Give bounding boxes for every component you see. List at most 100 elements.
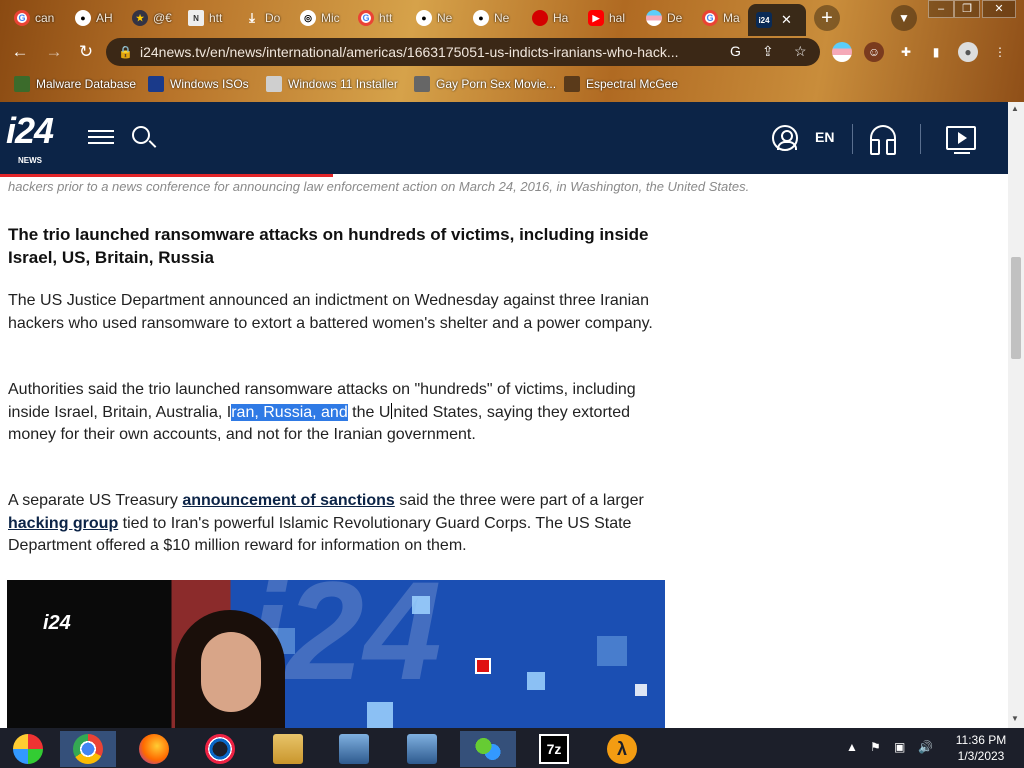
site-logo[interactable]: i24 NEWS xyxy=(6,113,54,166)
language-selector[interactable]: EN xyxy=(815,129,834,145)
tab-13[interactable]: G Ma xyxy=(694,4,748,32)
headphones-icon[interactable] xyxy=(870,125,896,155)
tab-6[interactable]: ◎ Mic xyxy=(292,4,346,32)
tab-3[interactable]: ★ @€ xyxy=(124,4,178,32)
bookmark-item[interactable]: Gay Porn Sex Movie... xyxy=(414,76,556,92)
star-icon[interactable]: ☆ xyxy=(794,43,807,60)
tab-label: @€ xyxy=(153,11,172,25)
lock-icon: 🔒 xyxy=(118,45,133,59)
google-icon: G xyxy=(14,10,30,26)
7zip-icon[interactable]: 7z xyxy=(526,731,582,767)
google-icon: G xyxy=(358,10,374,26)
video-player[interactable]: i24 i24 xyxy=(7,580,665,728)
share-icon[interactable]: ⇪ xyxy=(762,43,774,60)
volume-icon[interactable]: 🔊 xyxy=(918,740,933,754)
close-window-button[interactable]: ✕ xyxy=(982,0,1016,18)
url-text: i24news.tv/en/news/international/america… xyxy=(140,44,679,60)
tab-strip: Gcan ● AH ★ @€ Nhtt ⤓ Do ◎ Mic Ghtt ● Ne ● Ne … xyxy=(0,0,1024,36)
header-divider xyxy=(852,124,853,154)
github-icon: ● xyxy=(416,10,432,26)
scroll-up-arrow-icon[interactable]: ▲ xyxy=(1011,104,1019,113)
back-arrow-icon[interactable]: ← xyxy=(8,40,32,64)
chrome-icon[interactable] xyxy=(60,731,116,767)
decor-square xyxy=(597,636,627,666)
scroll-down-arrow-icon[interactable]: ▼ xyxy=(1011,714,1019,723)
system-clock[interactable]: 11:36 PM 1/3/2023 xyxy=(946,732,1016,764)
user-account-icon[interactable] xyxy=(772,125,798,151)
network-setup-icon-2[interactable] xyxy=(394,731,450,767)
google-lens-icon[interactable]: G xyxy=(730,43,741,59)
live-tv-icon[interactable] xyxy=(946,126,976,154)
clock-time: 11:36 PM xyxy=(955,733,1007,747)
new-tab-button[interactable]: + xyxy=(814,5,840,31)
chevron-down-icon[interactable]: ▼ xyxy=(891,5,917,31)
tab-10[interactable]: Ha xyxy=(524,4,578,32)
tab-8[interactable]: ● Ne xyxy=(408,4,462,32)
bookmarks-bar: Malware Database Windows ISOs Windows 11… xyxy=(0,70,1024,100)
menu-dots-icon[interactable]: ⋮ xyxy=(990,42,1010,62)
tab-4[interactable]: Nhtt xyxy=(180,4,234,32)
bookmark-label: Windows 11 Installer xyxy=(288,77,398,91)
decor-square xyxy=(367,702,393,728)
decor-square xyxy=(635,684,647,696)
flag-icon[interactable]: ⚑ xyxy=(870,740,881,754)
restore-button[interactable]: ❐ xyxy=(954,0,980,18)
tab-12[interactable]: De xyxy=(638,4,692,32)
tab-11[interactable]: ▶ hal xyxy=(580,4,634,32)
github-icon: ● xyxy=(75,10,91,26)
chat-icon[interactable] xyxy=(460,731,516,767)
extension-avatar-icon[interactable]: ☺ xyxy=(864,42,884,62)
red-icon xyxy=(532,10,548,26)
tab-label: Ma xyxy=(723,11,740,25)
hamburger-menu-icon[interactable] xyxy=(88,126,114,152)
profile-icon[interactable]: ● xyxy=(958,42,978,62)
side-panel-icon[interactable]: ▮ xyxy=(926,42,946,62)
browser-chrome: Gcan ● AH ★ @€ Nhtt ⤓ Do ◎ Mic Ghtt ● Ne ● Ne … xyxy=(0,0,1024,102)
tray-chevron-icon[interactable]: ▲ xyxy=(846,740,858,754)
tab-active[interactable]: i24 ✕ xyxy=(748,4,806,36)
article-body: hackers prior to a news conference for a… xyxy=(0,178,1008,728)
tab-label: Ne xyxy=(494,11,510,25)
decor-square xyxy=(412,596,430,614)
minimize-button[interactable]: – xyxy=(928,0,954,18)
bookmark-icon xyxy=(414,76,430,92)
tab-label: Mic xyxy=(321,11,340,25)
reading-progress-fill xyxy=(0,174,333,177)
tab-label: htt xyxy=(209,11,223,25)
tab-1[interactable]: Gcan xyxy=(6,4,61,32)
tab-2[interactable]: ● AH xyxy=(67,4,122,32)
bookmark-item[interactable]: Windows 11 Installer xyxy=(266,76,398,92)
bookmark-item[interactable]: Windows ISOs xyxy=(148,76,249,92)
article-subheading: The trio launched ransomware attacks on … xyxy=(8,225,649,267)
search-icon[interactable] xyxy=(130,124,158,152)
network-setup-icon[interactable] xyxy=(326,731,382,767)
reload-icon[interactable]: ↻ xyxy=(74,40,98,64)
tab-5[interactable]: ⤓ Do xyxy=(236,4,290,32)
header-divider xyxy=(920,124,921,154)
network-icon[interactable]: ▣ xyxy=(894,740,905,754)
google-icon: G xyxy=(702,10,718,26)
scrollbar-thumb[interactable] xyxy=(1011,257,1021,359)
clock-date: 1/3/2023 xyxy=(957,749,1005,763)
half-life-icon[interactable]: λ xyxy=(594,731,650,767)
bookmark-item[interactable]: Malware Database xyxy=(14,76,136,92)
close-icon[interactable]: ✕ xyxy=(781,12,792,28)
file-explorer-icon[interactable] xyxy=(260,731,316,767)
bookmark-label: Gay Porn Sex Movie... xyxy=(436,77,557,91)
scrollbar[interactable]: ▲ ▼ xyxy=(1008,102,1024,728)
opera-icon[interactable] xyxy=(192,731,248,767)
forward-arrow-icon[interactable]: → xyxy=(42,40,66,64)
tab-label: Ha xyxy=(553,11,569,25)
bookmark-item[interactable]: Espectral McGee xyxy=(564,76,678,92)
extension-flag-icon[interactable] xyxy=(832,42,852,62)
multimedia-icon[interactable] xyxy=(0,731,56,767)
tab-7[interactable]: Ghtt xyxy=(350,4,404,32)
address-bar[interactable]: 🔒 i24news.tv/en/news/international/ameri… xyxy=(106,38,820,66)
puzzle-icon[interactable]: ✚ xyxy=(896,42,916,62)
paragraph-1: The US Justice Department announced an i… xyxy=(8,292,653,332)
hacking-group-link[interactable]: hacking group xyxy=(8,515,118,532)
sanctions-link[interactable]: announcement of sanctions xyxy=(182,492,394,509)
tab-9[interactable]: ● Ne xyxy=(465,4,519,32)
firefox-icon[interactable] xyxy=(126,731,182,767)
flag-icon xyxy=(646,10,662,26)
